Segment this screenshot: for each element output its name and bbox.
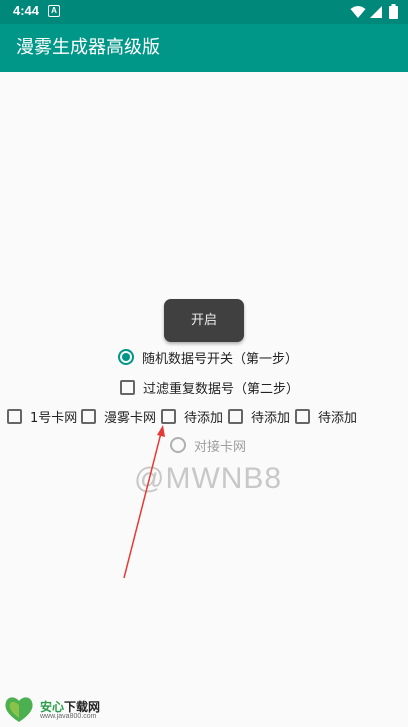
site-logo-icon <box>5 697 33 722</box>
site-url: www.java800.com <box>40 713 97 720</box>
site-name-suffix: 下载网 <box>64 700 101 714</box>
site-name-main: 安心 <box>40 700 65 714</box>
annotation-arrow-icon <box>123 425 165 579</box>
